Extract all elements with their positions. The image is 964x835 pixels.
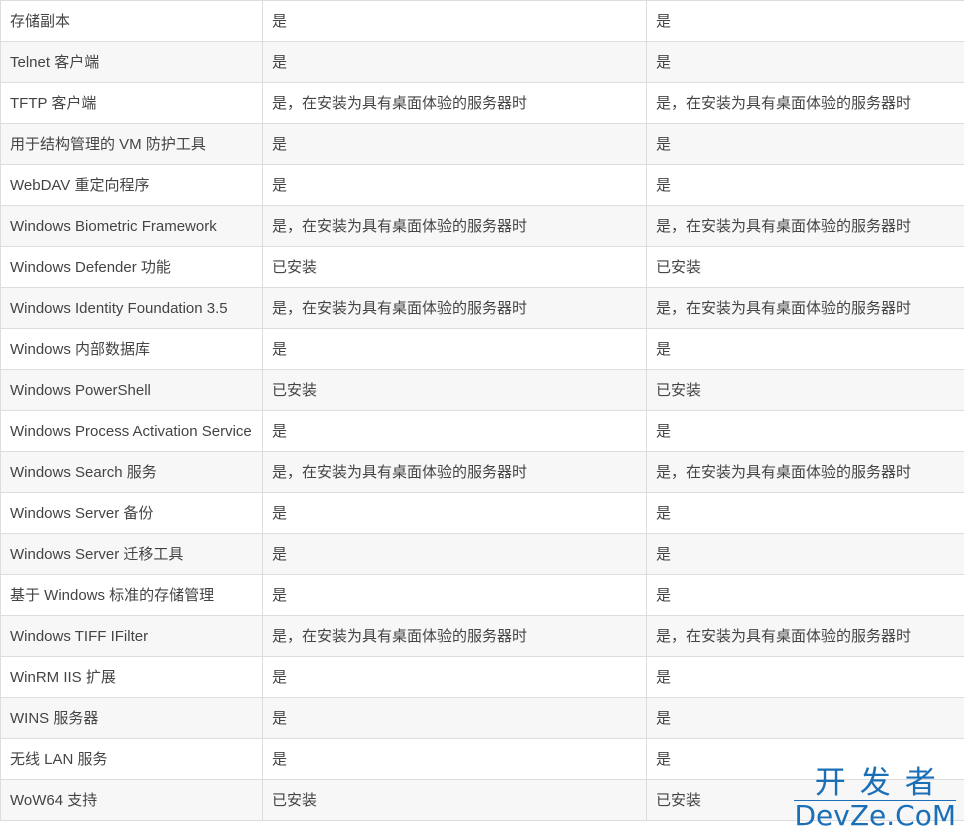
value-cell-a: 是 xyxy=(262,410,647,452)
feature-name-cell: TFTP 客户端 xyxy=(0,82,263,124)
value-cell-a: 是 xyxy=(262,738,647,780)
table-row: Windows Identity Foundation 3.5 是，在安装为具有桌… xyxy=(0,287,964,329)
value-cell-a: 是 xyxy=(262,697,647,739)
table-row: Windows Server 迁移工具是是 xyxy=(0,533,964,575)
table-row: Windows PowerShell 已安装 已安装 xyxy=(0,369,964,411)
table-row: WINS 服务器是是 xyxy=(0,697,964,739)
feature-name-cell: WebDAV 重定向程序 xyxy=(0,164,263,206)
value-cell-b: 是，在安装为具有桌面体验的服务器时 xyxy=(646,205,964,247)
value-cell-b: 是 xyxy=(646,533,964,575)
feature-name-cell: Windows TIFF IFilter xyxy=(0,615,263,657)
value-cell-a: 是，在安装为具有桌面体验的服务器时 xyxy=(262,82,647,124)
value-cell-a: 是 xyxy=(262,492,647,534)
value-cell-b: 已安装 xyxy=(646,246,964,288)
feature-name-cell: WINS 服务器 xyxy=(0,697,263,739)
value-cell-a: 已安装 xyxy=(262,246,647,288)
value-cell-a: 是 xyxy=(262,656,647,698)
value-cell-b: 是，在安装为具有桌面体验的服务器时 xyxy=(646,615,964,657)
table-row: 存储副本是是 xyxy=(0,0,964,42)
table-row: 基于 Windows 标准的存储管理是是 xyxy=(0,574,964,616)
value-cell-b: 是 xyxy=(646,574,964,616)
value-cell-a: 是，在安装为具有桌面体验的服务器时 xyxy=(262,615,647,657)
value-cell-b: 是 xyxy=(646,492,964,534)
watermark-cn: 开发者 xyxy=(814,765,950,801)
feature-name-cell: WinRM IIS 扩展 xyxy=(0,656,263,698)
value-cell-b: 是，在安装为具有桌面体验的服务器时 xyxy=(646,451,964,493)
watermark-en: DevZe.CoM xyxy=(794,799,956,832)
watermark-logo: 开发者 DevZe.CoM xyxy=(794,766,956,831)
value-cell-a: 是 xyxy=(262,533,647,575)
value-cell-a: 是，在安装为具有桌面体验的服务器时 xyxy=(262,205,647,247)
value-cell-a: 已安装 xyxy=(262,369,647,411)
value-cell-b: 已安装 xyxy=(646,369,964,411)
table-row: Windows Biometric Framework 是，在安装为具有桌面体验的… xyxy=(0,205,964,247)
table-row: Telnet 客户端是是 xyxy=(0,41,964,83)
feature-name-cell: Windows PowerShell xyxy=(0,369,263,411)
value-cell-b: 是 xyxy=(646,164,964,206)
value-cell-a: 是 xyxy=(262,164,647,206)
value-cell-b: 是 xyxy=(646,656,964,698)
feature-name-cell: Telnet 客户端 xyxy=(0,41,263,83)
value-cell-a: 是 xyxy=(262,123,647,165)
table-row: WebDAV 重定向程序是是 xyxy=(0,164,964,206)
feature-name-cell: 基于 Windows 标准的存储管理 xyxy=(0,574,263,616)
value-cell-a: 是，在安装为具有桌面体验的服务器时 xyxy=(262,287,647,329)
value-cell-b: 是，在安装为具有桌面体验的服务器时 xyxy=(646,82,964,124)
feature-name-cell: Windows Defender 功能 xyxy=(0,246,263,288)
table-row: Windows TIFF IFilter 是，在安装为具有桌面体验的服务器时 是，在… xyxy=(0,615,964,657)
value-cell-b: 是 xyxy=(646,41,964,83)
feature-name-cell: Windows Identity Foundation 3.5 xyxy=(0,287,263,329)
value-cell-a: 是 xyxy=(262,0,647,42)
feature-table: 存储副本是是 Telnet 客户端是是 TFTP 客户端 是，在安装为具有桌面体验的服… xyxy=(0,0,964,821)
feature-name-cell: 用于结构管理的 VM 防护工具 xyxy=(0,123,263,165)
table-row: Windows 内部数据库是是 xyxy=(0,328,964,370)
value-cell-b: 是 xyxy=(646,328,964,370)
value-cell-a: 是 xyxy=(262,41,647,83)
value-cell-b: 是，在安装为具有桌面体验的服务器时 xyxy=(646,287,964,329)
feature-name-cell: Windows Server 备份 xyxy=(0,492,263,534)
table-row: Windows Defender 功能 已安装 已安装 xyxy=(0,246,964,288)
value-cell-a: 是，在安装为具有桌面体验的服务器时 xyxy=(262,451,647,493)
value-cell-a: 是 xyxy=(262,328,647,370)
feature-name-cell: Windows Server 迁移工具 xyxy=(0,533,263,575)
table-row: TFTP 客户端 是，在安装为具有桌面体验的服务器时 是，在安装为具有桌面体验的服务… xyxy=(0,82,964,124)
table-row: Windows Search 服务 是，在安装为具有桌面体验的服务器时 是，在安装为… xyxy=(0,451,964,493)
value-cell-b: 是 xyxy=(646,0,964,42)
table-row: 用于结构管理的 VM 防护工具是是 xyxy=(0,123,964,165)
feature-name-cell: WoW64 支持 xyxy=(0,779,263,821)
table-row: Windows Process Activation Service 是是 xyxy=(0,410,964,452)
feature-name-cell: 存储副本 xyxy=(0,0,263,42)
value-cell-b: 是 xyxy=(646,123,964,165)
feature-name-cell: Windows 内部数据库 xyxy=(0,328,263,370)
feature-name-cell: Windows Search 服务 xyxy=(0,451,263,493)
table-row: WinRM IIS 扩展是是 xyxy=(0,656,964,698)
feature-name-cell: 无线 LAN 服务 xyxy=(0,738,263,780)
feature-name-cell: Windows Biometric Framework xyxy=(0,205,263,247)
value-cell-a: 是 xyxy=(262,574,647,616)
feature-name-cell: Windows Process Activation Service xyxy=(0,410,263,452)
value-cell-b: 是 xyxy=(646,410,964,452)
value-cell-a: 已安装 xyxy=(262,779,647,821)
value-cell-b: 是 xyxy=(646,697,964,739)
table-row: Windows Server 备份是是 xyxy=(0,492,964,534)
